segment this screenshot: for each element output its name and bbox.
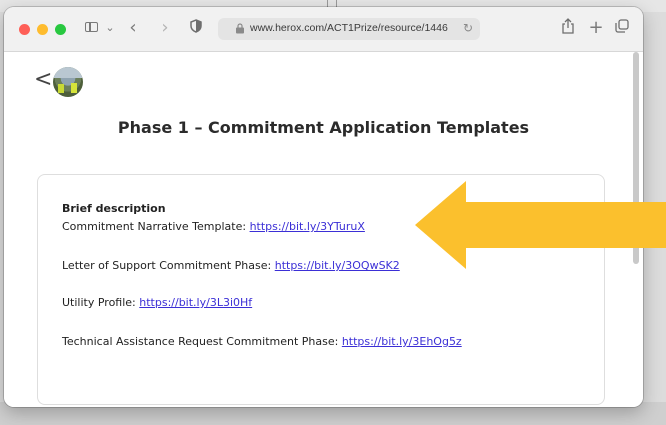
back-icon[interactable]: ‹: [126, 18, 140, 38]
tabs-icon[interactable]: [614, 18, 630, 38]
sidebar-icon[interactable]: [84, 18, 100, 38]
resource-label: Commitment Narrative Template:: [62, 220, 250, 233]
resource-label: Letter of Support Commitment Phase:: [62, 259, 275, 272]
resource-link[interactable]: https://bit.ly/3EhOg5z: [342, 335, 462, 348]
annotation-arrow-icon: [415, 181, 666, 269]
page-title: Phase 1 – Commitment Application Templat…: [117, 118, 530, 137]
reload-icon[interactable]: ↻: [463, 21, 473, 35]
avatar[interactable]: [53, 67, 83, 97]
forward-icon[interactable]: ›: [158, 18, 172, 38]
back-link[interactable]: <: [34, 69, 52, 91]
close-window-button[interactable]: [19, 24, 30, 35]
resource-link[interactable]: https://bit.ly/3L3i0Hf: [139, 296, 252, 309]
resource-line: Technical Assistance Request Commitment …: [62, 335, 462, 348]
zoom-window-button[interactable]: [55, 24, 66, 35]
resource-link[interactable]: https://bit.ly/3OQwSK2: [275, 259, 400, 272]
browser-toolbar: ⌄ ‹ › www.herox.com/ACT1Prize/resource/1…: [4, 7, 643, 52]
arrow-shape: [415, 181, 666, 269]
resource-link[interactable]: https://bit.ly/3YTuruX: [250, 220, 365, 233]
resource-label: Utility Profile:: [62, 296, 140, 309]
minimize-window-button[interactable]: [37, 24, 48, 35]
description-heading: Brief description: [62, 202, 166, 215]
url-text: www.herox.com/ACT1Prize/resource/1446: [250, 22, 448, 34]
resource-line: Letter of Support Commitment Phase: http…: [62, 259, 400, 272]
share-icon[interactable]: [560, 18, 576, 38]
resource-line: Commitment Narrative Template: https://b…: [62, 220, 365, 233]
resource-label: Technical Assistance Request Commitment …: [62, 335, 342, 348]
resource-line: Utility Profile: https://bit.ly/3L3i0Hf: [62, 296, 252, 309]
chevron-down-icon[interactable]: ⌄: [104, 18, 116, 38]
shield-icon[interactable]: [189, 18, 203, 38]
plus-icon[interactable]: +: [588, 18, 604, 38]
address-bar[interactable]: www.herox.com/ACT1Prize/resource/1446 ↻: [218, 18, 480, 40]
lock-icon: [236, 23, 244, 34]
